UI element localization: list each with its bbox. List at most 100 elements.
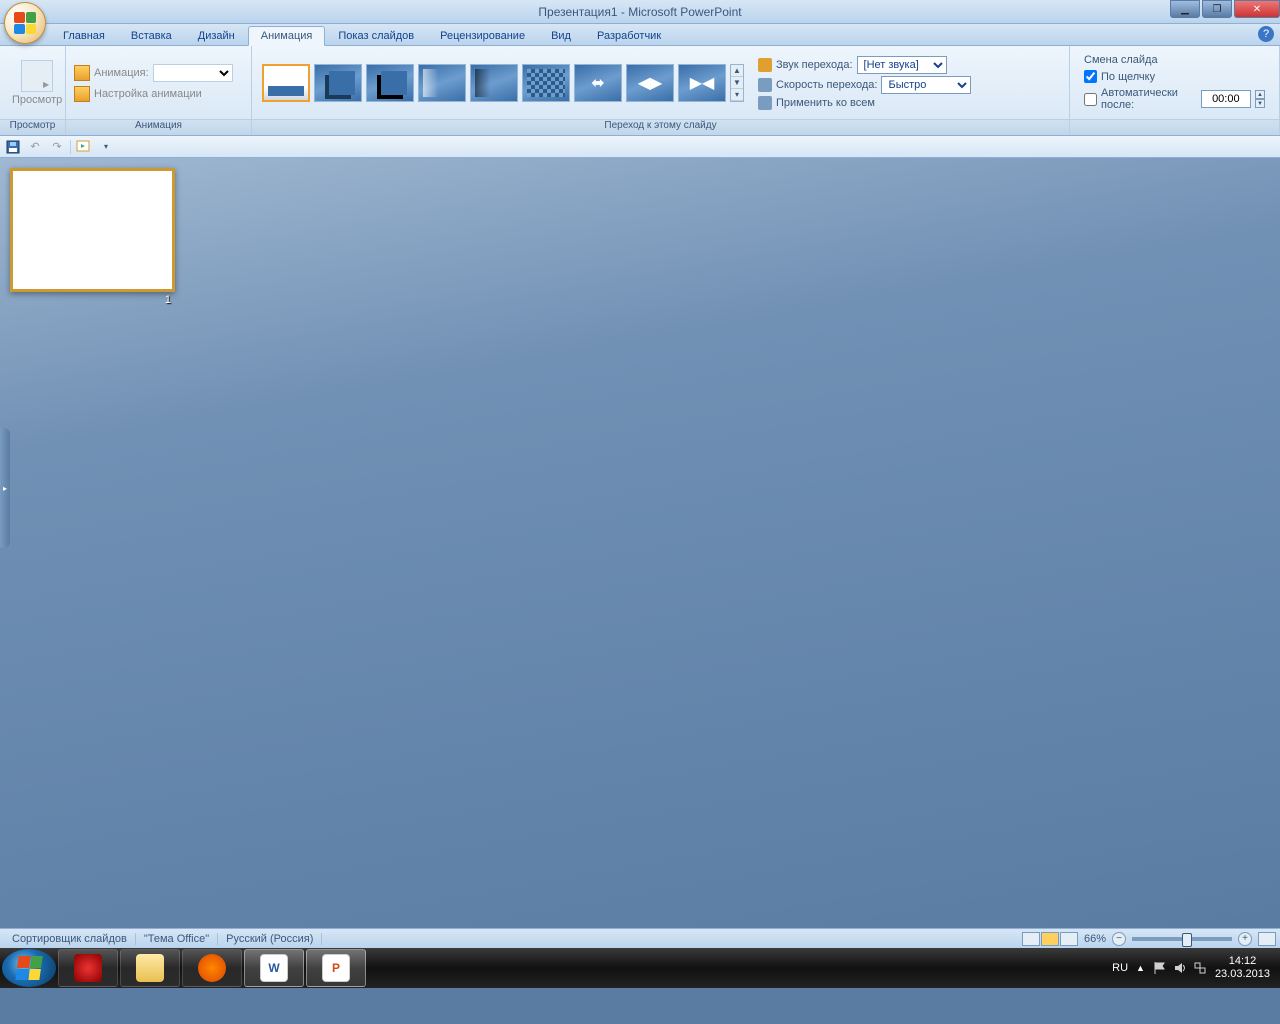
status-view-name[interactable]: Сортировщик слайдов [4, 933, 136, 945]
taskbar-explorer[interactable] [120, 949, 180, 987]
taskbar-word[interactable]: W [244, 949, 304, 987]
help-button[interactable]: ? [1258, 26, 1274, 42]
advance-slide-title: Смена слайда [1084, 54, 1265, 66]
mediaplayer-icon [198, 954, 226, 982]
transition-item-6[interactable] [522, 64, 570, 102]
preview-button[interactable]: Просмотр [6, 58, 68, 108]
animation-settings-label: Настройка анимации [94, 88, 202, 100]
window-restore-button[interactable]: ❐ [1202, 0, 1232, 18]
ribbon-tabs: Главная Вставка Дизайн Анимация Показ сл… [0, 24, 1280, 46]
transition-item-8[interactable]: ◀▶ [626, 64, 674, 102]
tab-developer[interactable]: Разработчик [584, 26, 674, 45]
apply-to-all-label: Применить ко всем [776, 97, 875, 109]
transition-item-2[interactable] [314, 64, 362, 102]
transition-item-4[interactable] [418, 64, 466, 102]
volume-icon[interactable] [1173, 961, 1187, 975]
sorter-view-button[interactable] [1041, 932, 1059, 946]
normal-view-button[interactable] [1022, 932, 1040, 946]
slideshow-qat-button[interactable] [75, 138, 93, 156]
on-click-checkbox[interactable]: По щелчку [1084, 70, 1265, 83]
quick-access-toolbar: ↶ ↷ ▾ [0, 136, 1280, 158]
zoom-out-button[interactable]: − [1112, 932, 1126, 946]
redo-button[interactable]: ↷ [48, 138, 66, 156]
status-theme[interactable]: "Тема Office" [136, 933, 218, 945]
tab-review[interactable]: Рецензирование [427, 26, 538, 45]
tray-date: 23.03.2013 [1215, 968, 1270, 981]
apply-all-icon [758, 96, 772, 110]
window-close-button[interactable]: ✕ [1234, 0, 1280, 18]
tab-home[interactable]: Главная [50, 26, 118, 45]
slide-number-label: 1 [10, 294, 175, 306]
powerpoint-icon: P [322, 954, 350, 982]
tab-slideshow[interactable]: Показ слайдов [325, 26, 427, 45]
window-titlebar: Презентация1 - Microsoft PowerPoint ▁ ❐ … [0, 0, 1280, 24]
advance-group-label [1070, 119, 1279, 135]
office-logo-icon [14, 12, 36, 34]
save-icon [6, 140, 20, 154]
tab-animation[interactable]: Анимация [248, 26, 326, 46]
transition-gallery[interactable]: ⬌ ◀▶ ▶◀ ▲▼▾ [258, 60, 748, 106]
status-language[interactable]: Русский (Россия) [218, 933, 322, 945]
animation-icon [74, 65, 90, 81]
tray-show-hidden[interactable]: ▲ [1136, 963, 1145, 973]
word-icon: W [260, 954, 288, 982]
ribbon: Просмотр Просмотр Анимация: Настройка ан… [0, 46, 1280, 136]
tray-clock[interactable]: 14:12 23.03.2013 [1215, 955, 1270, 981]
left-panel-expand[interactable]: ▸ [0, 428, 10, 548]
zoom-value: 66% [1084, 933, 1106, 945]
status-bar: Сортировщик слайдов "Тема Office" Русски… [0, 928, 1280, 948]
preview-icon [21, 60, 53, 92]
transition-sound-label: Звук перехода: [776, 59, 853, 71]
tab-insert[interactable]: Вставка [118, 26, 185, 45]
taskbar-powerpoint[interactable]: P [306, 949, 366, 987]
transition-group-label: Переход к этому слайду [252, 119, 1069, 135]
taskbar-mediaplayer[interactable] [182, 949, 242, 987]
slideshow-view-button[interactable] [1060, 932, 1078, 946]
transition-item-9[interactable]: ▶◀ [678, 64, 726, 102]
animation-settings-button[interactable]: Настройка анимации [74, 86, 233, 102]
sound-icon [758, 58, 772, 72]
tab-design[interactable]: Дизайн [185, 26, 248, 45]
opera-icon [74, 954, 102, 982]
folder-icon [136, 954, 164, 982]
transition-speed-label: Скорость перехода: [776, 79, 877, 91]
slide-thumbnail-1[interactable] [10, 168, 175, 292]
tray-language[interactable]: RU [1112, 962, 1128, 974]
animation-combo[interactable] [153, 64, 233, 82]
windows-taskbar: W P RU ▲ 14:12 23.03.2013 [0, 948, 1280, 988]
tab-view[interactable]: Вид [538, 26, 584, 45]
flag-icon[interactable] [1153, 961, 1167, 975]
transition-item-3[interactable] [366, 64, 414, 102]
preview-button-label: Просмотр [12, 94, 62, 106]
apply-to-all-button[interactable]: Применить ко всем [758, 96, 971, 110]
fit-window-button[interactable] [1258, 932, 1276, 946]
auto-after-checkbox[interactable]: Автоматически после: ▲▼ [1084, 87, 1265, 111]
zoom-in-button[interactable]: + [1238, 932, 1252, 946]
auto-after-time-input[interactable] [1201, 90, 1251, 108]
speed-icon [758, 78, 772, 92]
slide-sorter-view[interactable]: 1 ▸ [0, 158, 1280, 928]
animation-label: Анимация: [94, 67, 149, 79]
windows-logo-icon [15, 956, 42, 980]
zoom-slider[interactable] [1132, 937, 1232, 941]
slideshow-icon [76, 140, 92, 154]
transition-item-7[interactable]: ⬌ [574, 64, 622, 102]
transition-item-5[interactable] [470, 64, 518, 102]
transition-speed-combo[interactable]: Быстро [881, 76, 971, 94]
animation-settings-icon [74, 86, 90, 102]
save-button[interactable] [4, 138, 22, 156]
time-spinner[interactable]: ▲▼ [1255, 90, 1265, 108]
taskbar-opera[interactable] [58, 949, 118, 987]
transition-sound-combo[interactable]: [Нет звука] [857, 56, 947, 74]
office-button[interactable] [4, 2, 46, 44]
transition-none[interactable] [262, 64, 310, 102]
start-button[interactable] [2, 949, 56, 987]
undo-button[interactable]: ↶ [26, 138, 44, 156]
window-title: Презентация1 - Microsoft PowerPoint [538, 5, 741, 19]
preview-group-label: Просмотр [0, 119, 65, 135]
qat-customize-button[interactable]: ▾ [97, 138, 115, 156]
window-minimize-button[interactable]: ▁ [1170, 0, 1200, 18]
animation-group-label: Анимация [66, 119, 251, 135]
transition-gallery-scroll[interactable]: ▲▼▾ [730, 64, 744, 102]
network-icon[interactable] [1193, 961, 1207, 975]
